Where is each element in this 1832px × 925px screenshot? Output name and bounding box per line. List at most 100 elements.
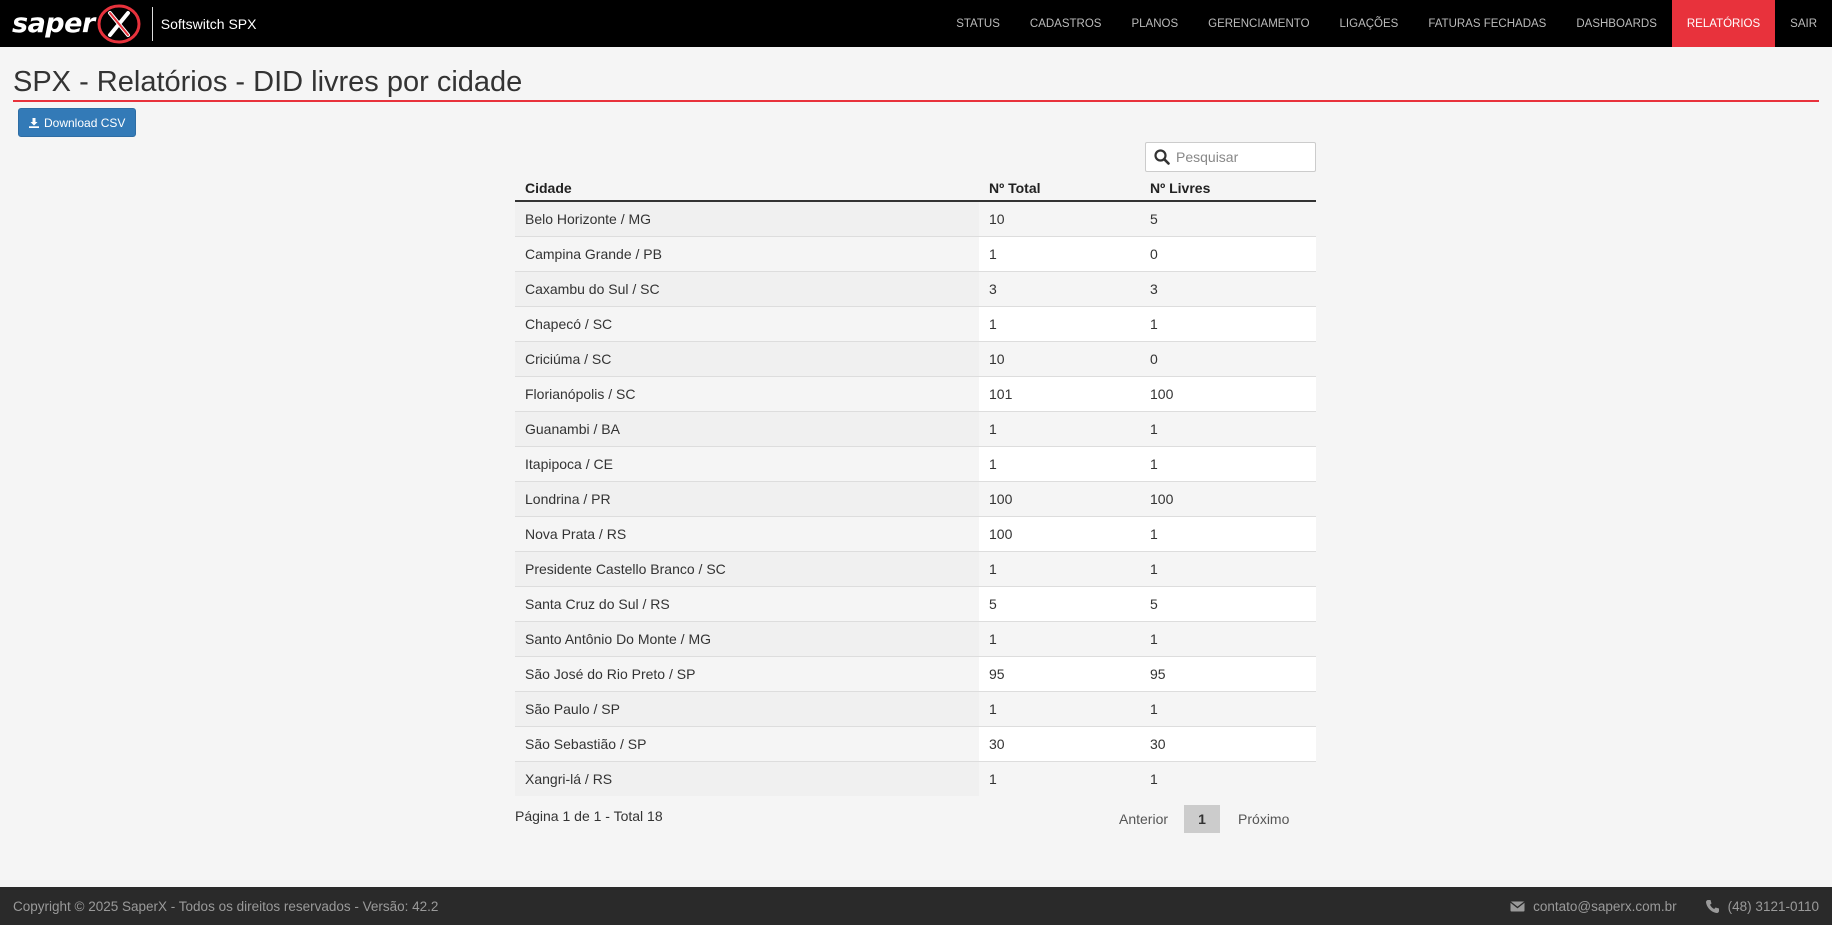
top-navbar: saper Softswitch SPX STATUS CADASTROS PL… — [0, 0, 1832, 47]
table-row: Chapecó / SC 1 1 — [515, 305, 1316, 341]
cell-total: 5 — [979, 585, 1140, 621]
brand[interactable]: saper Softswitch SPX — [0, 0, 256, 47]
cell-total: 1 — [979, 550, 1140, 586]
cell-city: Itapipoca / CE — [515, 445, 979, 481]
cell-free: 5 — [1140, 201, 1316, 236]
title-divider — [13, 100, 1819, 102]
pagination-previous-button[interactable]: Anterior — [1111, 805, 1176, 833]
cell-city: Guanambi / BA — [515, 410, 979, 446]
table-row: Itapipoca / CE 1 1 — [515, 445, 1316, 481]
cell-free: 0 — [1140, 235, 1316, 271]
table-row: Campina Grande / PB 1 0 — [515, 235, 1316, 271]
nav-item-sair[interactable]: SAIR — [1775, 0, 1832, 47]
cell-total: 101 — [979, 375, 1140, 411]
saperx-logo[interactable]: saper — [12, 0, 142, 47]
cell-free: 1 — [1140, 410, 1316, 446]
table-row: Belo Horizonte / MG 10 5 — [515, 201, 1316, 236]
pagination-page-1[interactable]: 1 — [1184, 805, 1221, 833]
app-name[interactable]: Softswitch SPX — [161, 16, 257, 32]
cell-total: 1 — [979, 445, 1140, 481]
cell-city: Xangri-lá / RS — [515, 760, 979, 796]
table-row: Florianópolis / SC 101 100 — [515, 375, 1316, 411]
table-row: Criciúma / SC 10 0 — [515, 340, 1316, 376]
cell-total: 1 — [979, 410, 1140, 446]
cell-free: 100 — [1140, 480, 1316, 516]
table-row: Santo Antônio Do Monte / MG 1 1 — [515, 620, 1316, 656]
nav-item-cadastros[interactable]: CADASTROS — [1015, 0, 1117, 47]
cell-city: Chapecó / SC — [515, 305, 979, 341]
cell-city: Caxambu do Sul / SC — [515, 270, 979, 306]
cell-free: 1 — [1140, 515, 1316, 551]
nav-item-dashboards[interactable]: DASHBOARDS — [1561, 0, 1672, 47]
table-row: São Paulo / SP 1 1 — [515, 690, 1316, 726]
table-row: São José do Rio Preto / SP 95 95 — [515, 655, 1316, 691]
table-body: Belo Horizonte / MG 10 5 Campina Grande / … — [515, 201, 1316, 796]
cell-total: 1 — [979, 620, 1140, 656]
cell-city: Londrina / PR — [515, 480, 979, 516]
nav-item-relatorios[interactable]: RELATÓRIOS — [1671, 0, 1776, 47]
search-box[interactable] — [1145, 142, 1316, 172]
column-header-livres[interactable]: Nº Livres — [1140, 176, 1316, 202]
cell-city: Santo Antônio Do Monte / MG — [515, 620, 979, 656]
cell-city: Belo Horizonte / MG — [515, 201, 979, 236]
phone-icon — [1705, 899, 1719, 913]
cell-city: Florianópolis / SC — [515, 375, 979, 411]
table-row: São Sebastião / SP 30 30 — [515, 725, 1316, 761]
download-csv-button[interactable]: Download CSV — [18, 108, 137, 137]
footer: Copyright © 2025 SaperX - Todos os direi… — [0, 887, 1832, 925]
cell-total: 1 — [979, 305, 1140, 341]
cell-free: 95 — [1140, 655, 1316, 691]
contact-email[interactable]: contato@saperx.com.br — [1533, 899, 1677, 914]
nav-item-ligacoes[interactable]: LIGAÇÕES — [1325, 0, 1414, 47]
cell-total: 1 — [979, 760, 1140, 796]
cell-city: São Sebastião / SP — [515, 725, 979, 761]
cell-total: 3 — [979, 270, 1140, 306]
nav-item-faturas-fechadas[interactable]: FATURAS FECHADAS — [1413, 0, 1561, 47]
cell-total: 100 — [979, 480, 1140, 516]
cell-total: 1 — [979, 690, 1140, 726]
envelope-icon — [1510, 900, 1526, 911]
table-header-row: Cidade Nº Total Nº Livres — [515, 176, 1316, 202]
column-header-total[interactable]: Nº Total — [979, 176, 1140, 202]
logo-x-icon — [97, 4, 141, 43]
cell-city: São Paulo / SP — [515, 690, 979, 726]
cell-city: Santa Cruz do Sul / RS — [515, 585, 979, 621]
cell-free: 100 — [1140, 375, 1316, 411]
cell-total: 100 — [979, 515, 1140, 551]
cell-city: Presidente Castello Branco / SC — [515, 550, 979, 586]
page-title: SPX - Relatórios - DID livres por cidade — [13, 66, 523, 98]
column-header-cidade[interactable]: Cidade — [515, 176, 979, 202]
cell-free: 0 — [1140, 340, 1316, 376]
download-icon — [29, 117, 39, 128]
table-row: Nova Prata / RS 100 1 — [515, 515, 1316, 551]
contact-phone[interactable]: (48) 3121-0110 — [1728, 899, 1819, 914]
cell-free: 1 — [1140, 550, 1316, 586]
cell-total: 1 — [979, 235, 1140, 271]
nav-item-gerenciamento[interactable]: GERENCIAMENTO — [1193, 0, 1324, 47]
nav-item-status[interactable]: STATUS — [941, 0, 1015, 47]
main-nav: STATUS CADASTROS PLANOS GERENCIAMENTO LI… — [941, 0, 1832, 47]
nav-item-planos[interactable]: PLANOS — [1116, 0, 1193, 47]
cell-free: 1 — [1140, 690, 1316, 726]
table-row: Presidente Castello Branco / SC 1 1 — [515, 550, 1316, 586]
search-input[interactable] — [1176, 149, 1316, 165]
table-row: Guanambi / BA 1 1 — [515, 410, 1316, 446]
cell-free: 1 — [1140, 445, 1316, 481]
did-table-container: Cidade Nº Total Nº Livres Belo Horizonte… — [515, 176, 1316, 796]
cell-city: Criciúma / SC — [515, 340, 979, 376]
download-csv-label: Download CSV — [44, 115, 126, 130]
cell-total: 10 — [979, 340, 1140, 376]
cell-city: Nova Prata / RS — [515, 515, 979, 551]
cell-free: 3 — [1140, 270, 1316, 306]
pagination-info: Página 1 de 1 - Total 18 — [515, 808, 663, 824]
table-row: Xangri-lá / RS 1 1 — [515, 760, 1316, 796]
cell-total: 30 — [979, 725, 1140, 761]
cell-city: Campina Grande / PB — [515, 235, 979, 271]
table-row: Caxambu do Sul / SC 3 3 — [515, 270, 1316, 306]
cell-total: 10 — [979, 201, 1140, 236]
cell-free: 5 — [1140, 585, 1316, 621]
footer-contact: contato@saperx.com.br (48) 3121-0110 — [1510, 899, 1819, 914]
table-row: Santa Cruz do Sul / RS 5 5 — [515, 585, 1316, 621]
cell-city: São José do Rio Preto / SP — [515, 655, 979, 691]
pagination-next-button[interactable]: Próximo — [1230, 805, 1297, 833]
